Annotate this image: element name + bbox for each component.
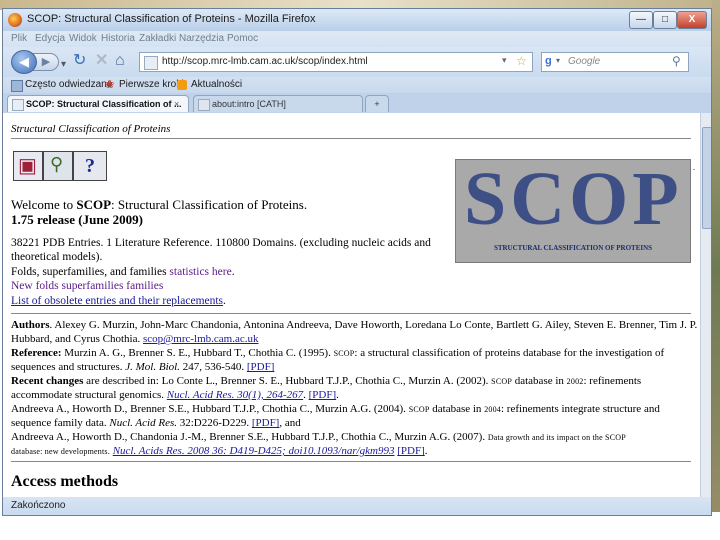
google-icon[interactable]: g bbox=[545, 55, 552, 67]
browser-window: SCOP: Structural Classification of Prote… bbox=[2, 8, 712, 516]
bookmarks-toolbar: Często odwiedzane ❀ Pierwsze kroki Aktua… bbox=[3, 77, 711, 93]
header-divider bbox=[11, 138, 691, 139]
desktop-background-right bbox=[712, 0, 720, 540]
vertical-scrollbar[interactable] bbox=[700, 113, 711, 497]
stats-line-1: 38221 PDB Entries. 1 Literature Referenc… bbox=[11, 237, 431, 249]
menu-edit[interactable]: Edycja bbox=[35, 33, 65, 44]
tab-scop[interactable]: SCOP: Structural Classification of ... × bbox=[7, 95, 189, 112]
status-text: Zakończono bbox=[11, 500, 66, 511]
andreeva-2007-line-2: database: new developments. Nucl. Acids … bbox=[11, 445, 428, 457]
bookmark-getting-started[interactable]: Pierwsze kroki bbox=[119, 79, 183, 90]
pdf-link-2002[interactable]: [PDF] bbox=[309, 389, 337, 401]
reload-icon[interactable]: ↻ bbox=[73, 52, 86, 70]
cube-nav-button[interactable]: ▣ bbox=[13, 151, 43, 181]
recent-line-2: accommodate structural genomics. Nucl. A… bbox=[11, 389, 339, 401]
page-content: Structural Classification of Proteins ▣ … bbox=[3, 113, 700, 497]
authors-line-2: Hubbard, and Cyrus Chothia. scop@mrc-lmb… bbox=[11, 333, 259, 345]
reference-line-2: sequences and structures. J. Mol. Biol. … bbox=[11, 361, 275, 373]
pdf-link-1995[interactable]: [PDF] bbox=[247, 361, 275, 373]
menu-file[interactable]: Plik bbox=[11, 33, 27, 44]
search-box[interactable]: g ▾ Google ⚲ bbox=[541, 52, 689, 72]
url-dropdown-icon[interactable]: ▾ bbox=[502, 55, 507, 66]
bookmark-news[interactable]: Aktualności bbox=[191, 79, 242, 90]
scrollbar-thumb[interactable] bbox=[702, 127, 711, 229]
bookmark-most-visited[interactable]: Często odwiedzane bbox=[25, 79, 112, 90]
reference-line-1: Reference: Murzin A. G., Brenner S. E., … bbox=[11, 347, 665, 359]
nar-2002-link[interactable]: Nucl. Acid Res. 30(1), 264-267 bbox=[167, 389, 303, 401]
search-nav-button[interactable]: ⚲ bbox=[43, 151, 73, 181]
release-line: 1.75 release (June 2009) bbox=[11, 212, 143, 227]
address-bar[interactable]: http://scop.mrc-lmb.cam.ac.uk/scop/index… bbox=[139, 52, 533, 72]
tab-close-icon[interactable]: × bbox=[174, 96, 179, 112]
tab-label: SCOP: Structural Classification of ... bbox=[26, 99, 182, 109]
folds-line: Folds, superfamilies, and families stati… bbox=[11, 266, 235, 278]
tab-favicon-icon bbox=[12, 99, 24, 111]
status-bar: Zakończono bbox=[3, 497, 711, 515]
page-favicon-icon bbox=[144, 56, 158, 70]
menu-tools[interactable]: Narzędzia bbox=[179, 33, 224, 44]
title-bar: SCOP: Structural Classification of Prote… bbox=[3, 9, 711, 31]
new-tab-button[interactable]: + bbox=[365, 95, 389, 112]
menu-view[interactable]: Widok bbox=[69, 33, 97, 44]
magnifier-icon: ⚲ bbox=[50, 154, 64, 174]
andreeva-2004-line-1: Andreeva A., Howorth D., Brenner S.E., H… bbox=[11, 403, 660, 415]
menu-bar: Plik Edycja Widok Historia Zakładki Narz… bbox=[3, 31, 711, 47]
arrow-left-icon: ◀ bbox=[19, 54, 29, 69]
access-methods-heading: Access methods bbox=[11, 473, 119, 490]
menu-bookmarks[interactable]: Zakładki bbox=[139, 33, 176, 44]
obsolete-line: List of obsolete entries and their repla… bbox=[11, 295, 226, 307]
search-engine-dropdown-icon[interactable]: ▾ bbox=[556, 56, 560, 65]
window-title: SCOP: Structural Classification of Prote… bbox=[27, 13, 316, 25]
arrow-right-icon: ▶ bbox=[41, 56, 51, 68]
new-folds-link[interactable]: New folds superfamilies families bbox=[11, 280, 163, 292]
tab-cath[interactable]: about:intro [CATH] bbox=[193, 95, 363, 112]
help-nav-button[interactable]: ? bbox=[73, 151, 107, 181]
andreeva-2007-line-1: Andreeva A., Howorth D., Chandonia J.-M.… bbox=[11, 431, 626, 443]
authors-line-1: Authors. Alexey G. Murzin, John-Marc Cha… bbox=[11, 319, 698, 331]
section-divider bbox=[11, 313, 691, 314]
navigation-toolbar: ▶ ◀ ▾ ↻ ✕ ⌂ http://scop.mrc-lmb.cam.ac.u… bbox=[3, 47, 711, 77]
nar-2008-link[interactable]: Nucl. Acids Res. 2008 36: D419-D425; doi… bbox=[113, 445, 395, 457]
logo-letters: SCOP bbox=[464, 159, 683, 241]
page-header: Structural Classification of Proteins bbox=[11, 123, 171, 135]
menu-history[interactable]: Historia bbox=[101, 33, 135, 44]
firefox-icon bbox=[8, 13, 22, 27]
search-icon[interactable]: ⚲ bbox=[672, 54, 681, 68]
rss-icon bbox=[177, 80, 187, 90]
close-button[interactable]: X bbox=[677, 11, 707, 29]
scop-logo: SCOP STRUCTURAL CLASSIFICATION OF PROTEI… bbox=[455, 159, 691, 263]
tab-strip: SCOP: Structural Classification of ... ×… bbox=[3, 93, 711, 113]
url-text[interactable]: http://scop.mrc-lmb.cam.ac.uk/scop/index… bbox=[162, 56, 368, 67]
bookmark-star-icon[interactable]: ☆ bbox=[516, 54, 527, 68]
maximize-button[interactable]: □ bbox=[653, 11, 677, 29]
tab-label: about:intro [CATH] bbox=[212, 99, 286, 109]
email-link[interactable]: scop@mrc-lmb.cam.ac.uk bbox=[143, 333, 259, 345]
welcome-line: Welcome to SCOP: Structural Classificati… bbox=[11, 197, 308, 212]
minimize-button[interactable]: — bbox=[629, 11, 653, 29]
search-input[interactable]: Google bbox=[568, 56, 600, 67]
pdf-link-2004[interactable]: [PDF] bbox=[252, 417, 280, 429]
cube-icon: ▣ bbox=[18, 155, 37, 177]
back-button[interactable]: ◀ bbox=[11, 50, 37, 74]
recent-line-1: Recent changes are described in: Lo Cont… bbox=[11, 375, 642, 387]
desktop-background-bottom bbox=[0, 512, 720, 540]
tab-favicon-icon bbox=[198, 99, 210, 111]
stats-line-2: theoretical models). bbox=[11, 251, 103, 263]
history-dropdown-icon[interactable]: ▾ bbox=[61, 56, 66, 74]
home-icon[interactable]: ⌂ bbox=[115, 52, 125, 70]
obsolete-entries-link[interactable]: List of obsolete entries and their repla… bbox=[11, 295, 223, 307]
stop-icon[interactable]: ✕ bbox=[95, 52, 108, 70]
menu-help[interactable]: Pomoc bbox=[227, 33, 258, 44]
new-folds-line: New folds superfamilies families bbox=[11, 280, 163, 292]
most-visited-icon bbox=[11, 80, 23, 92]
firefox-bookmark-icon: ❀ bbox=[105, 79, 115, 91]
logo-caption: STRUCTURAL CLASSIFICATION OF PROTEINS bbox=[493, 244, 653, 252]
andreeva-2004-line-2: sequence family data. Nucl. Acid Res. 32… bbox=[11, 417, 301, 429]
pdf-link-2008[interactable]: [PDF] bbox=[397, 445, 425, 457]
access-divider bbox=[11, 461, 691, 462]
statistics-link[interactable]: statistics here bbox=[169, 266, 231, 278]
